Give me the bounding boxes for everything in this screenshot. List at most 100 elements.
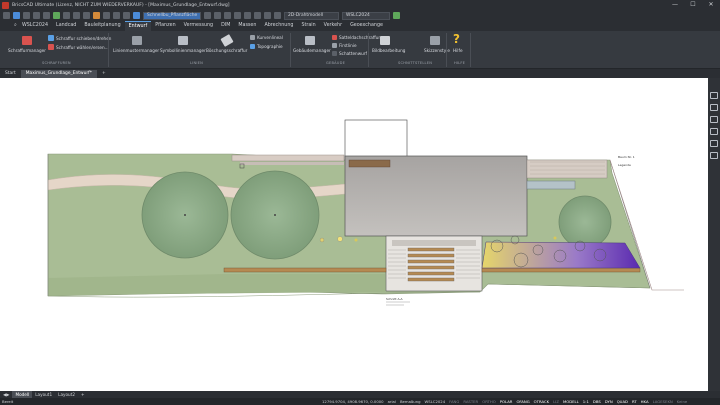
drawing-canvas[interactable]: Baum Nr. 1 Legende Schnitt A-A xyxy=(0,78,708,391)
tab-geoexchange[interactable]: Geoexchange xyxy=(346,21,387,32)
status-toggle-dyn[interactable]: DYN xyxy=(603,398,615,405)
layer-icon[interactable] xyxy=(123,12,130,19)
tab-landcad[interactable]: Landcad xyxy=(52,21,80,32)
status-toggle-hka[interactable]: HKA xyxy=(639,398,651,405)
minimize-button[interactable]: — xyxy=(666,0,684,10)
tab-massen[interactable]: Massen xyxy=(234,21,260,32)
tab-active-drawing[interactable]: Maximus_Grundlage_Entwurf* xyxy=(20,70,97,78)
tab-layout2[interactable]: Layout2 xyxy=(55,391,78,398)
hatch-manager-icon[interactable] xyxy=(22,36,32,45)
workspace-dropdown[interactable]: Schnellbu_Pflanzfläche xyxy=(143,11,201,20)
search-icon[interactable]: ⌕ xyxy=(10,21,18,31)
copy-icon[interactable] xyxy=(73,12,80,19)
shadow-button[interactable]: Schattenwurf xyxy=(339,51,367,56)
open-file-icon[interactable] xyxy=(13,12,20,19)
status-toggle-modell[interactable]: MODELL xyxy=(561,398,581,405)
undo-icon[interactable] xyxy=(103,12,110,19)
status-toggle-ortho[interactable]: ORTHO xyxy=(480,398,498,405)
close-button[interactable]: ✕ xyxy=(702,0,720,10)
topography-button[interactable]: Topographie xyxy=(257,44,283,49)
marker-lamp-4 xyxy=(553,236,557,240)
hatch-select-button[interactable]: Schraffur wählen/ersen... xyxy=(56,45,109,50)
view-icon[interactable] xyxy=(274,12,281,19)
tab-dim[interactable]: DIM xyxy=(217,21,234,32)
save-as-icon[interactable] xyxy=(33,12,40,19)
status-toggle-quad[interactable]: QUAD xyxy=(615,398,630,405)
match-properties-icon[interactable] xyxy=(93,12,100,19)
manual-icon[interactable] xyxy=(710,140,718,147)
tab-bauleitplanung[interactable]: Bauleitplanung xyxy=(80,21,124,32)
lineweight-icon[interactable] xyxy=(234,12,241,19)
cloud-icon[interactable] xyxy=(710,152,718,159)
library-panel-icon[interactable] xyxy=(710,116,718,123)
curve-ruler-dropdown[interactable]: Kurvenlineal xyxy=(257,35,283,40)
redo-icon[interactable] xyxy=(113,12,120,19)
hatch-move-button[interactable]: Schraffur schieben/drehen xyxy=(56,36,111,41)
cut-icon[interactable] xyxy=(63,12,70,19)
extra-tool-icon[interactable] xyxy=(393,12,400,19)
building-roof xyxy=(344,155,528,237)
building-outline xyxy=(344,119,408,161)
roof-hatch-dropdown[interactable]: Satteldachschraffur xyxy=(339,35,380,40)
building-manager-button[interactable]: Gebäudemanager xyxy=(293,48,331,53)
symbol-line-manager-button[interactable]: Symbollinienmanager xyxy=(160,48,206,53)
new-tab-button[interactable]: + xyxy=(97,70,111,78)
image-edit-button[interactable]: Bildbearbeitung xyxy=(372,48,405,53)
status-toggle-1-1[interactable]: 1:1 xyxy=(581,398,591,405)
tab-abrechnung[interactable]: Abrechnung xyxy=(260,21,297,32)
layers-panel-icon[interactable] xyxy=(710,104,718,111)
color-icon[interactable] xyxy=(214,12,221,19)
plot-icon[interactable] xyxy=(53,12,60,19)
snap-icon[interactable] xyxy=(254,12,261,19)
annotation-legend-label: Legende xyxy=(618,163,631,167)
drawing-explorer-icon[interactable] xyxy=(710,128,718,135)
layer-state-icon[interactable] xyxy=(204,12,211,19)
status-toggle-lagesekn[interactable]: LAGESEKN xyxy=(651,398,675,405)
layout-nav-icon[interactable]: ◀▶ xyxy=(0,391,12,398)
grid-icon[interactable] xyxy=(264,12,271,19)
tab-layout1[interactable]: Layout1 xyxy=(32,391,55,398)
hatch-manager-button[interactable]: Schraffurmanager xyxy=(8,48,46,53)
tab-vermessung[interactable]: Vermessung xyxy=(180,21,218,32)
help-button[interactable]: Hilfe xyxy=(453,48,463,53)
linetype-icon[interactable] xyxy=(224,12,231,19)
tab-start[interactable]: Start xyxy=(0,70,21,78)
tab-strain[interactable]: Strain xyxy=(297,21,319,32)
save-icon[interactable] xyxy=(23,12,30,19)
tab-wslc2024[interactable]: WSLC2024 xyxy=(18,21,52,32)
status-toggle-dbs[interactable]: DBS xyxy=(591,398,603,405)
tab-model[interactable]: Modell xyxy=(12,391,33,398)
panel-label-lines: LINIEN xyxy=(190,61,203,65)
visual-style-dropdown[interactable]: 2D-Drahtmodell xyxy=(284,11,339,20)
ridge-line-button[interactable]: Firstlinie xyxy=(339,43,357,48)
print-icon[interactable] xyxy=(43,12,50,19)
tab-verkehr[interactable]: Verkehr xyxy=(320,21,346,32)
status-toggle-raster[interactable]: RASTER xyxy=(461,398,480,405)
line-pattern-manager-button[interactable]: Linienmustermanager xyxy=(113,48,159,53)
tab-entwurf[interactable]: Entwurf xyxy=(124,20,152,32)
help-icon[interactable]: ? xyxy=(453,33,463,45)
status-toggle-rt[interactable]: RT xyxy=(630,398,639,405)
status-toggle-keine[interactable]: Keine xyxy=(675,398,689,405)
status-dimstyle[interactable]: Bemaßung xyxy=(398,398,423,405)
status-toggle-otrack[interactable]: OTRACK xyxy=(532,398,551,405)
topography-icon xyxy=(250,44,255,49)
status-toggle-ofang[interactable]: OFANG xyxy=(514,398,531,405)
tab-pflanzen[interactable]: Pflanzen xyxy=(151,21,179,32)
profile-dropdown[interactable]: WSLC2024 xyxy=(342,11,390,20)
paste-icon[interactable] xyxy=(83,12,90,19)
maximize-button[interactable]: ☐ xyxy=(684,0,702,10)
status-toggle-polar[interactable]: POLAR xyxy=(498,398,515,405)
layers-panel-icon[interactable] xyxy=(133,12,140,19)
status-font[interactable]: arial xyxy=(386,398,398,405)
slope-hatch-button[interactable]: Böschungsschraffur xyxy=(206,48,247,53)
layout-tab-bar: ◀▶ Modell Layout1 Layout2 + xyxy=(0,391,720,398)
properties-icon[interactable] xyxy=(244,12,251,19)
panel-label-help: HILFE xyxy=(454,61,466,65)
add-layout-button[interactable]: + xyxy=(78,391,88,398)
status-profile[interactable]: WSLC2024 xyxy=(423,398,448,405)
status-toggle-fang[interactable]: FANG xyxy=(447,398,461,405)
status-toggle-liz[interactable]: LIZ xyxy=(551,398,561,405)
new-file-icon[interactable] xyxy=(3,12,10,19)
properties-panel-icon[interactable] xyxy=(710,92,718,99)
